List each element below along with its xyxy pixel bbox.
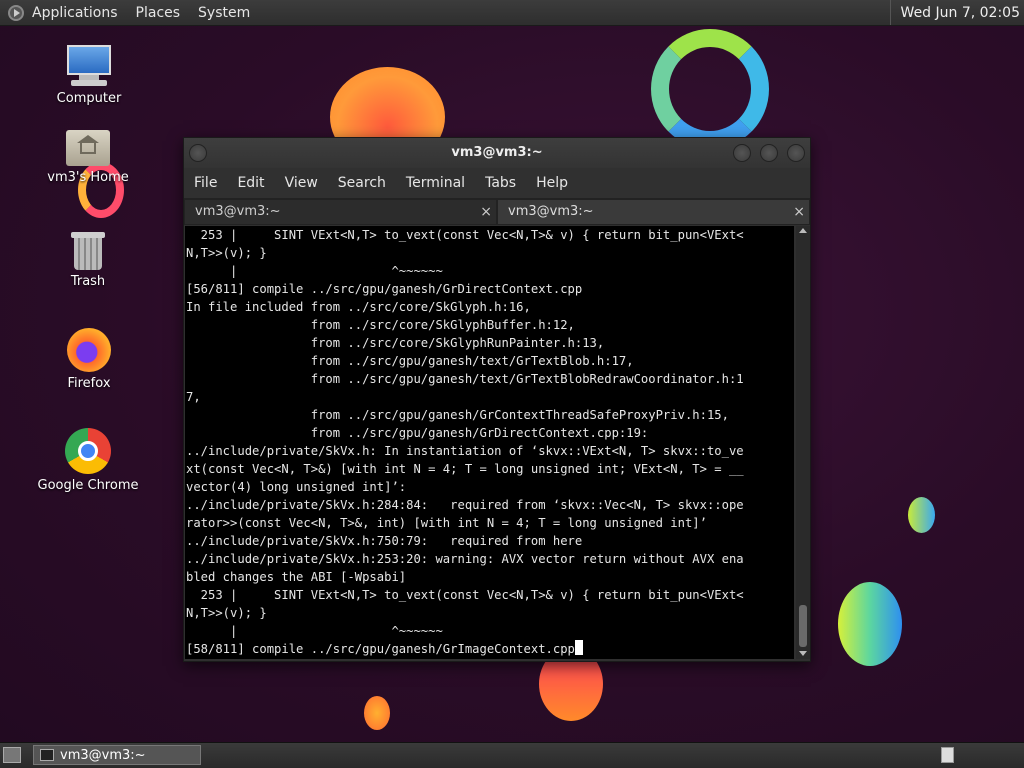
desktop-icon-computer[interactable]: Computer <box>34 45 144 106</box>
terminal-line: N,T>>(v); } <box>186 246 267 260</box>
menu-help[interactable]: Help <box>536 175 568 191</box>
terminal-line: from ../src/gpu/ganesh/text/GrTextBlobRe… <box>310 372 744 386</box>
clock[interactable]: Wed Jun 7, 02:05 <box>889 0 1024 25</box>
terminal-line: | ^~~~~~~ <box>230 624 443 638</box>
desktop-icon-trash[interactable]: Trash <box>33 230 143 289</box>
terminal-line: from ../src/core/SkGlyphBuffer.h:12, <box>310 318 575 332</box>
terminal-line: ../include/private/SkVx.h:750:79: requir… <box>186 534 583 548</box>
tab-1[interactable]: vm3@vm3:~ × <box>184 199 497 225</box>
terminal-line: rator>>(const Vec<N, T>&, int) [with int… <box>186 516 707 530</box>
desktop-icon-label: Firefox <box>67 376 111 391</box>
desktop-icon-label: vm3's Home <box>47 170 129 185</box>
menu-edit[interactable]: Edit <box>237 175 264 191</box>
applications-menu-icon[interactable] <box>8 4 24 21</box>
desktop-icon-label: Computer <box>56 91 122 106</box>
window-title: vm3@vm3:~ <box>451 145 543 160</box>
tab-label: vm3@vm3:~ <box>195 204 281 219</box>
scroll-down-arrow-icon[interactable] <box>799 651 807 656</box>
desktop-icon-label: Google Chrome <box>37 478 139 493</box>
terminal-line: from ../src/gpu/ganesh/GrDirectContext.c… <box>310 426 649 440</box>
bottom-panel: vm3@vm3:~ <box>0 742 1024 768</box>
terminal-line: from ../src/gpu/ganesh/text/GrTextBlob.h… <box>310 354 634 368</box>
top-panel: Applications Places System Wed Jun 7, 02… <box>0 0 1024 26</box>
terminal-line: bled changes the ABI [-Wpsabi] <box>186 570 407 584</box>
workspace-switcher[interactable] <box>941 747 954 763</box>
window-titlebar[interactable]: vm3@vm3:~ <box>184 138 810 168</box>
show-desktop-icon[interactable] <box>3 747 21 763</box>
menu-view[interactable]: View <box>285 175 318 191</box>
minimize-button[interactable] <box>733 144 751 162</box>
terminal-output[interactable]: 253 | SINT VExt<N,T> to_vext(const Vec<N… <box>185 226 794 659</box>
terminal-scrollbar[interactable] <box>796 226 810 659</box>
menu-file[interactable]: File <box>194 175 217 191</box>
menu-tabs[interactable]: Tabs <box>485 175 516 191</box>
wallpaper-green-blob <box>908 497 935 533</box>
terminal-line: | ^~~~~~~ <box>230 264 443 278</box>
menu-search[interactable]: Search <box>338 175 386 191</box>
wallpaper-big-green-blob <box>838 582 902 666</box>
taskbar-terminal-button[interactable]: vm3@vm3:~ <box>33 745 201 765</box>
desktop-icon-home[interactable]: vm3's Home <box>33 130 143 185</box>
terminal-line: 253 | SINT VExt<N,T> to_vext(const Vec<N… <box>200 588 744 602</box>
terminal-line: ../include/private/SkVx.h:284:84: requir… <box>186 498 744 512</box>
terminal-line: vector(4) long unsigned int]’: <box>186 480 407 494</box>
scroll-thumb[interactable] <box>799 605 807 647</box>
terminal-window[interactable]: vm3@vm3:~ File Edit View Search Terminal… <box>183 137 811 662</box>
terminal-text: 253 | SINT VExt<N,T> to_vext(const Vec<N… <box>185 226 794 658</box>
chrome-icon <box>65 428 111 474</box>
menu-terminal[interactable]: Terminal <box>406 175 465 191</box>
terminal-icon <box>40 749 54 761</box>
desktop-icon-chrome[interactable]: Google Chrome <box>33 428 143 493</box>
tab-close-icon[interactable]: × <box>480 200 492 224</box>
tab-close-icon[interactable]: × <box>793 200 805 224</box>
terminal-line: 7, <box>186 390 201 404</box>
terminal-line: 253 | SINT VExt<N,T> to_vext(const Vec<N… <box>200 228 744 242</box>
computer-icon <box>65 45 113 87</box>
desktop-icon-label: Trash <box>70 274 106 289</box>
home-folder-icon <box>66 130 110 166</box>
terminal-line: In file included from ../src/core/SkGlyp… <box>186 300 531 314</box>
tab-bar: vm3@vm3:~ × vm3@vm3:~ × <box>184 198 810 225</box>
maximize-button[interactable] <box>760 144 778 162</box>
tab-label: vm3@vm3:~ <box>508 204 594 219</box>
trash-icon <box>71 230 105 270</box>
terminal-line: ../include/private/SkVx.h: In instantiat… <box>186 444 744 458</box>
terminal-cursor <box>574 640 583 655</box>
firefox-icon <box>67 328 111 372</box>
terminal-current-line: [58/811] compile ../src/gpu/ganesh/GrIma… <box>186 642 575 656</box>
wallpaper-small-orange-blob <box>364 696 390 730</box>
taskbar-label: vm3@vm3:~ <box>60 747 146 763</box>
tab-2[interactable]: vm3@vm3:~ × <box>497 199 810 225</box>
terminal-line: N,T>>(v); } <box>186 606 267 620</box>
close-button[interactable] <box>787 144 805 162</box>
applications-menu[interactable]: Applications <box>32 5 118 21</box>
terminal-line: xt(const Vec<N, T>&) [with int N = 4; T … <box>186 462 744 476</box>
scroll-up-arrow-icon[interactable] <box>799 228 807 233</box>
desktop-icon-firefox[interactable]: Firefox <box>34 328 144 391</box>
terminal-line: ../include/private/SkVx.h:253:20: warnin… <box>186 552 744 566</box>
terminal-line: [56/811] compile ../src/gpu/ganesh/GrDir… <box>186 282 583 296</box>
terminal-menubar: File Edit View Search Terminal Tabs Help <box>184 168 810 198</box>
places-menu[interactable]: Places <box>136 5 181 21</box>
terminal-line: from ../src/gpu/ganesh/GrContextThreadSa… <box>310 408 729 422</box>
system-menu[interactable]: System <box>198 5 250 21</box>
wallpaper-ring <box>651 29 769 149</box>
terminal-line: from ../src/core/SkGlyphRunPainter.h:13, <box>310 336 605 350</box>
